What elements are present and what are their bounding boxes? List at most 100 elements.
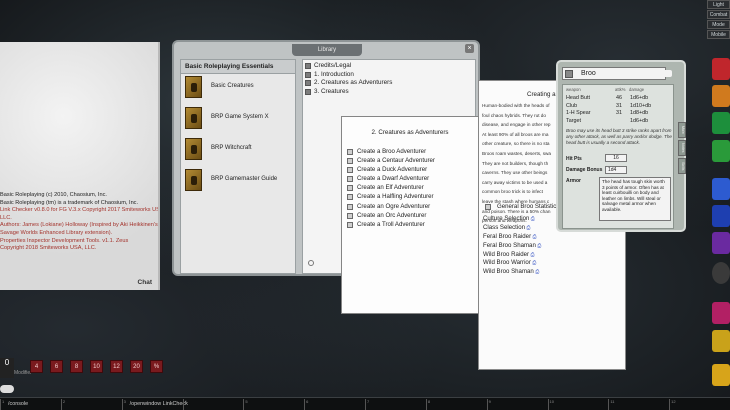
tab-notes[interactable]: Notes xyxy=(678,140,686,156)
die-d6[interactable]: 6 xyxy=(50,360,63,373)
sidebar-button-1[interactable] xyxy=(712,58,730,80)
checkbox[interactable] xyxy=(347,167,353,174)
adventurer-link[interactable]: Create an Ogre Adventurer xyxy=(342,203,478,212)
sidebar-button-8[interactable] xyxy=(712,262,730,284)
chat-window[interactable]: Basic Roleplaying (c) 2010, Chaosium, In… xyxy=(0,42,160,290)
book-icon xyxy=(185,107,202,129)
sidebar-button-2[interactable] xyxy=(712,85,730,107)
hotkey-slot[interactable]: 4 xyxy=(182,399,244,410)
damage-bonus-field[interactable]: 1d4 xyxy=(605,166,627,174)
checkbox[interactable] xyxy=(347,185,353,192)
adventurer-link[interactable]: Create an Orc Adventurer xyxy=(342,212,478,221)
mode-mobile[interactable]: Mobile xyxy=(707,30,730,39)
checkbox[interactable] xyxy=(305,63,311,69)
link-wild-broo-shaman[interactable]: Wild Broo Shaman xyxy=(483,268,559,277)
adventurer-link[interactable]: Create a Troll Adventurer xyxy=(342,221,478,230)
link-feral-broo-raider[interactable]: Feral Broo Raider xyxy=(483,233,559,242)
mode-light[interactable]: Light xyxy=(707,0,730,9)
module-brp-witchcraft[interactable]: BRP Witchcraft xyxy=(185,138,293,162)
checkbox[interactable] xyxy=(305,80,311,87)
die-d10[interactable]: 10 xyxy=(90,360,103,373)
checkbox[interactable] xyxy=(305,71,311,78)
adventurer-link[interactable]: Create a Centaur Adventurer xyxy=(342,157,478,166)
die-d4[interactable]: 4 xyxy=(30,360,43,373)
mode-combat[interactable]: Combat xyxy=(707,10,730,19)
sidebar-button-6[interactable] xyxy=(712,205,730,227)
hotkey-label: /console xyxy=(8,401,29,407)
npc-sheet-broo[interactable]: Broo weapon attk% damage Head Butt 46 1d6+… xyxy=(556,60,686,232)
broo-stats-row[interactable]: General Broo Statistics xyxy=(483,203,559,212)
chat-bubble-icon[interactable] xyxy=(663,70,672,77)
hotkey-slot[interactable]: 10 xyxy=(547,399,609,410)
tab-main[interactable]: Main xyxy=(678,122,686,138)
sidebar-button-7[interactable] xyxy=(712,232,730,254)
checkbox[interactable] xyxy=(305,88,311,95)
checkbox[interactable] xyxy=(347,194,353,201)
die-dpercent[interactable]: % xyxy=(150,360,163,373)
module-brp-game-system-x[interactable]: BRP Game System X xyxy=(185,107,293,131)
checkbox[interactable] xyxy=(347,212,353,219)
hotkey-slot[interactable]: 5 xyxy=(243,399,304,410)
link-wild-broo-raider[interactable]: Wild Broo Raider xyxy=(483,251,559,260)
hp-field[interactable]: 16 xyxy=(605,154,627,162)
link-wild-broo-warrior[interactable]: Wild Broo Warrior xyxy=(483,259,559,268)
adventurer-link[interactable]: Create a Duck Adventurer xyxy=(342,166,478,175)
weapon-name: Target xyxy=(566,117,581,124)
hotkey-slot[interactable]: 6 xyxy=(304,399,365,410)
toc-item[interactable]: 1. Introduction xyxy=(303,71,475,80)
search-icon[interactable] xyxy=(308,260,314,266)
weapon-note: Broo may use its head butt 3 strike rank… xyxy=(566,128,672,145)
die-d12[interactable]: 12 xyxy=(110,360,123,373)
module-basic-creatures[interactable]: Basic Creatures xyxy=(185,76,293,100)
adventurer-link-label: Create an Elf Adventurer xyxy=(357,184,424,192)
toc-item[interactable]: 3. Creatures xyxy=(303,88,475,97)
sidebar-button-10[interactable] xyxy=(712,330,730,352)
link-culture-selection[interactable]: Culture Selection xyxy=(483,215,559,224)
close-icon[interactable]: × xyxy=(465,44,474,53)
checkbox[interactable] xyxy=(485,204,491,210)
die-d20[interactable]: 20 xyxy=(130,360,143,373)
token-icon[interactable] xyxy=(565,70,573,78)
sidebar-button-5[interactable] xyxy=(712,178,730,200)
toc-item[interactable]: Credits/Legal xyxy=(303,62,475,71)
hotkey-slot[interactable]: 9 xyxy=(486,399,548,410)
hotkey-slot[interactable]: 11 xyxy=(608,399,669,410)
adventurer-link[interactable]: Create a Dwarf Adventurer xyxy=(342,175,478,184)
checkbox[interactable] xyxy=(347,149,353,155)
chat-message: Authors: James (Lokiane) Holloway (Inspi… xyxy=(0,222,158,229)
hotkey-slot[interactable]: 8 xyxy=(425,399,487,410)
sidebar-button-9[interactable] xyxy=(712,302,730,324)
npc-name-field[interactable]: Broo xyxy=(562,67,666,80)
checkbox[interactable] xyxy=(347,158,353,165)
hotkey-number: 11 xyxy=(610,399,615,404)
link-class-selection[interactable]: Class Selection xyxy=(483,224,559,233)
hotkey-slot[interactable]: 1/console xyxy=(0,399,61,410)
creatures-as-adventurers-window[interactable]: 2. Creatures as Adventurers Create a Bro… xyxy=(341,116,479,314)
mode-mode[interactable]: Mode xyxy=(707,20,730,29)
sidebar-button-11[interactable] xyxy=(712,364,730,386)
tab-skills[interactable]: Skills xyxy=(678,158,686,174)
hotkey-slot[interactable]: 3/openwindow LinkCheck xyxy=(121,399,188,410)
sidebar-button-3[interactable] xyxy=(712,112,730,134)
chat-label[interactable]: Chat xyxy=(138,279,152,286)
modifier-value[interactable]: 0 xyxy=(0,358,14,378)
weapon-attk: 31 xyxy=(616,110,622,116)
hotkey-slot[interactable]: 2 xyxy=(60,399,122,410)
hotkey-slot[interactable]: 12 xyxy=(669,399,730,410)
weapon-header: weapon xyxy=(566,87,581,92)
armor-field[interactable]: The head has tough skin worth 3 points o… xyxy=(599,177,671,221)
npc-name: Broo xyxy=(581,70,596,77)
die-d8[interactable]: 8 xyxy=(70,360,83,373)
checkbox[interactable] xyxy=(347,203,353,210)
module-brp-gamemaster-guide[interactable]: BRP Gamemaster Guide xyxy=(185,169,293,193)
adventurer-link[interactable]: Create a Broo Adventurer xyxy=(342,148,478,157)
hotkey-slot[interactable]: 7 xyxy=(365,399,426,410)
modifier-toggle[interactable] xyxy=(0,385,14,393)
adventurer-link[interactable]: Create a Halfling Adventurer xyxy=(342,193,478,202)
adventurer-link[interactable]: Create an Elf Adventurer xyxy=(342,184,478,193)
checkbox[interactable] xyxy=(347,221,353,228)
toc-item[interactable]: 2. Creatures as Adventurers xyxy=(303,79,475,88)
checkbox[interactable] xyxy=(347,176,353,183)
sidebar-button-4[interactable] xyxy=(712,140,730,162)
link-feral-broo-shaman[interactable]: Feral Broo Shaman xyxy=(483,242,559,251)
